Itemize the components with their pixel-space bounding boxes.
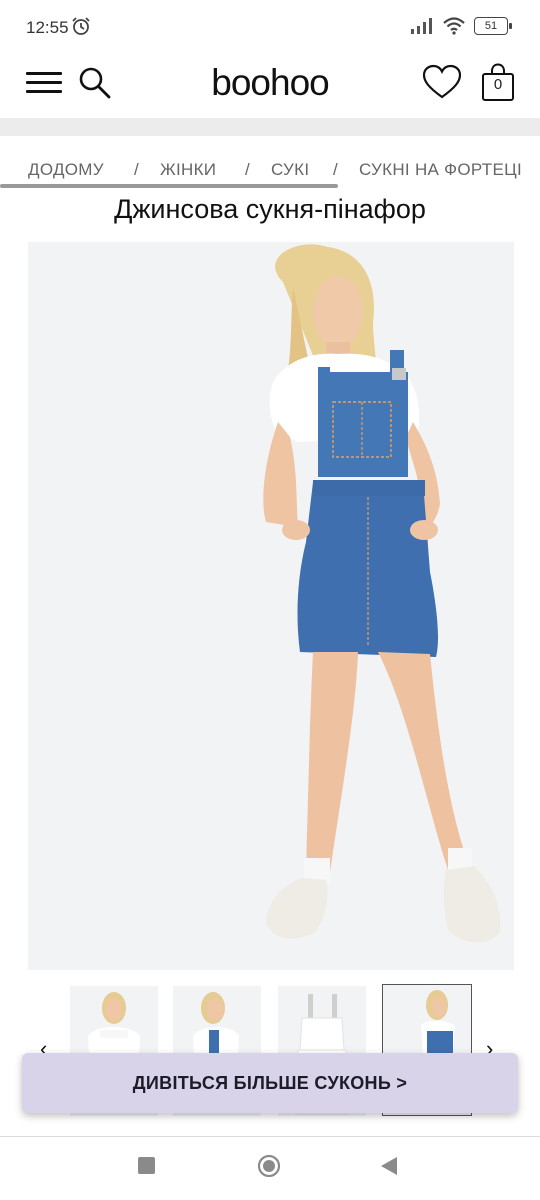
breadcrumb-scrollbar (0, 184, 338, 188)
breadcrumb-current[interactable]: СУКНІ НА ФОРТЕЦІ (359, 160, 522, 180)
battery-icon: 51 (474, 17, 512, 35)
cart-count: 0 (493, 76, 503, 93)
breadcrumb-dresses[interactable]: СУКІ (271, 160, 309, 180)
breadcrumb-home[interactable]: ДОДОМУ (28, 160, 104, 180)
breadcrumb-separator: / (245, 160, 251, 179)
wishlist-icon[interactable] (422, 64, 462, 100)
status-bar: 12:55 51 (0, 0, 540, 56)
cart-button[interactable]: 0 (480, 62, 516, 102)
product-title: Джинсова сукня-пінафор (114, 194, 426, 224)
back-icon[interactable] (378, 1154, 400, 1178)
home-icon[interactable] (257, 1154, 281, 1178)
see-more-dresses-button[interactable]: ДИВІТЬСЯ БІЛЬШЕ СУКОНЬ > (22, 1053, 518, 1113)
model-figure (263, 244, 501, 943)
site-header: boohoo 0 (0, 56, 540, 112)
wifi-icon (443, 17, 465, 35)
signal-icon (411, 18, 432, 34)
breadcrumb-women[interactable]: ЖІНКИ (160, 160, 216, 180)
breadcrumb-separator: / (134, 160, 140, 179)
alarm-icon (72, 17, 90, 35)
breadcrumb-separator: / (333, 160, 339, 179)
promo-strip (0, 118, 540, 136)
recent-apps-icon[interactable] (138, 1157, 155, 1174)
status-time: 12:55 (26, 18, 69, 37)
system-nav-bar (0, 1137, 540, 1200)
product-main-image[interactable] (28, 242, 514, 970)
